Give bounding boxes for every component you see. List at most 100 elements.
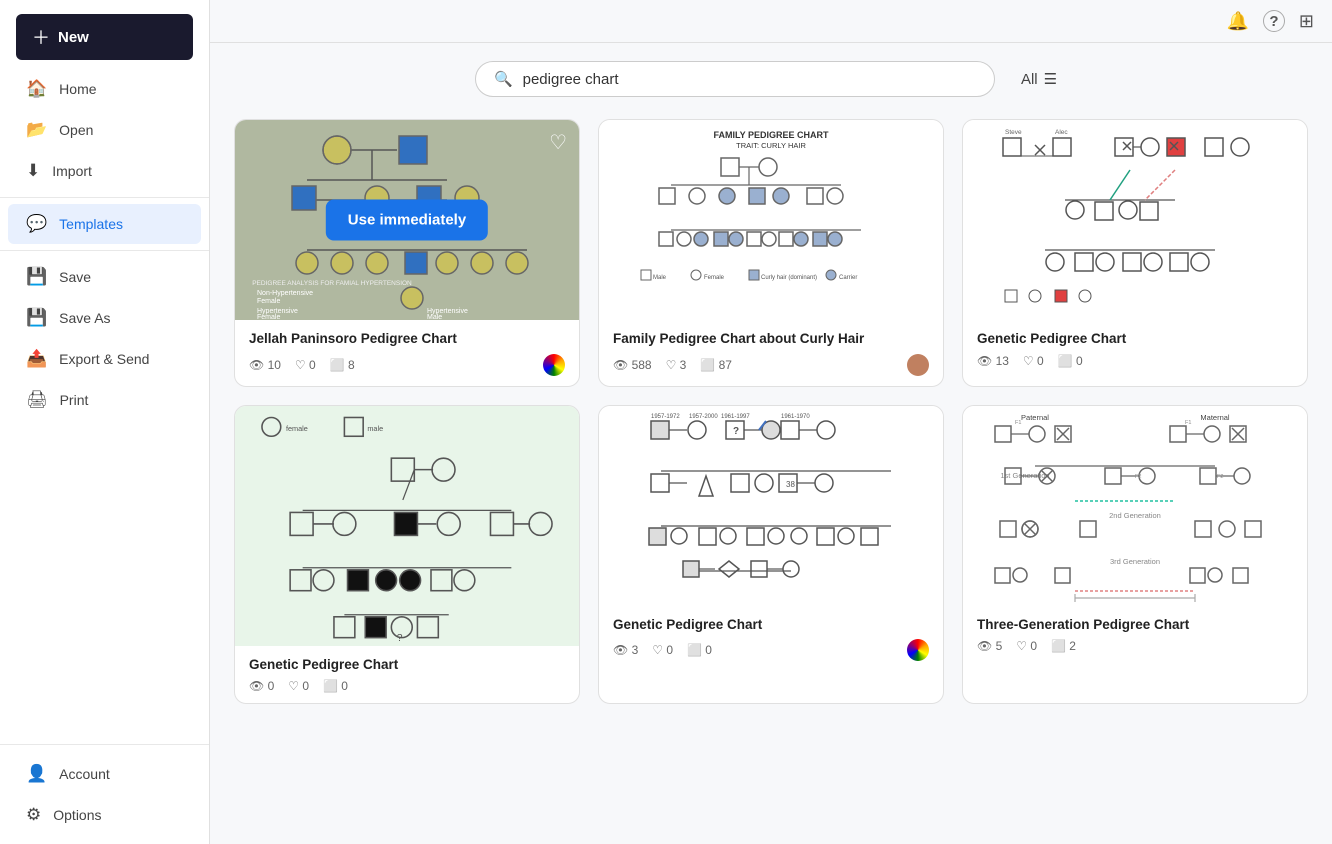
avatar <box>543 354 565 376</box>
save-as-icon: 💾 <box>26 308 47 328</box>
template-card-5[interactable]: 1957-1972 1957-2000 1961-1997 ? <box>598 405 944 705</box>
print-icon: 🖨 <box>26 390 48 410</box>
svg-text:?: ? <box>397 632 403 643</box>
likes-stat: ♡ 0 <box>1016 639 1037 653</box>
sidebar-item-account[interactable]: 👤 Account <box>8 754 201 794</box>
views-stat: 👁 0 <box>249 679 274 693</box>
grid-area: Non-Hypertensive Female Hypertensive Fem… <box>210 109 1332 844</box>
sidebar-item-label: Print <box>60 392 89 408</box>
svg-text:1957-1972: 1957-1972 <box>651 414 680 420</box>
copies-stat: ⬜ 0 <box>323 679 348 693</box>
sidebar-bottom: 👤 Account ⚙ Options <box>0 744 209 844</box>
likes-stat: ♡ 0 <box>288 679 309 693</box>
svg-text:female: female <box>286 424 308 433</box>
sidebar-item-open[interactable]: 📂 Open <box>8 110 201 150</box>
filter-button[interactable]: All ☰ <box>1011 64 1067 94</box>
filter-label: All <box>1021 71 1038 88</box>
search-icon: 🔍 <box>494 70 513 88</box>
notification-icon[interactable]: 🔔 <box>1226 11 1248 32</box>
svg-text:Curly hair (dominant): Curly hair (dominant) <box>761 275 817 281</box>
svg-text:F1: F1 <box>1015 420 1021 426</box>
account-icon: 👤 <box>26 764 47 784</box>
copies-stat: ⬜ 87 <box>700 358 732 372</box>
templates-icon: 💬 <box>26 214 47 234</box>
svg-text:Male: Male <box>427 314 442 320</box>
card-footer-6: Three-Generation Pedigree Chart 👁 5 ♡ 0 … <box>963 606 1307 664</box>
svg-text:Female: Female <box>257 298 280 305</box>
svg-text:Paternal: Paternal <box>1021 413 1049 422</box>
options-icon: ⚙ <box>26 805 41 825</box>
svg-text:male: male <box>367 424 383 433</box>
card-image-3: Steve Alec <box>963 120 1307 320</box>
apps-icon[interactable]: ⊞ <box>1299 11 1314 32</box>
svg-text:F2: F2 <box>1135 474 1141 480</box>
search-input[interactable] <box>523 71 976 88</box>
help-icon[interactable]: ? <box>1263 10 1285 32</box>
svg-text:F2: F2 <box>1217 474 1223 480</box>
likes-stat: ♡ 0 <box>1023 354 1044 368</box>
svg-text:?: ? <box>733 426 739 437</box>
svg-text:F1: F1 <box>1185 420 1191 426</box>
sidebar-item-home[interactable]: 🏠 Home <box>8 69 201 109</box>
avatar <box>907 639 929 661</box>
svg-text:Steve: Steve <box>1005 129 1022 136</box>
likes-stat: ♡ 0 <box>652 643 673 657</box>
heart-icon[interactable]: ♡ <box>549 130 567 155</box>
sidebar-item-import[interactable]: ⬇ Import <box>8 151 201 191</box>
svg-text:3rd Generation: 3rd Generation <box>1110 557 1160 566</box>
sidebar-item-export[interactable]: 📤 Export & Send <box>8 339 201 379</box>
sidebar-item-save-as[interactable]: 💾 Save As <box>8 298 201 338</box>
svg-text:TRAIT: CURLY HAIR: TRAIT: CURLY HAIR <box>736 141 806 150</box>
sidebar-item-options[interactable]: ⚙ Options <box>8 795 201 835</box>
card-stats-6: 👁 5 ♡ 0 ⬜ 2 <box>977 639 1293 653</box>
template-card-3[interactable]: Steve Alec <box>962 119 1308 387</box>
search-bar: 🔍 <box>475 61 995 97</box>
export-icon: 📤 <box>26 349 47 369</box>
template-card-4[interactable]: female male <box>234 405 580 705</box>
templates-grid: Non-Hypertensive Female Hypertensive Fem… <box>234 119 1308 704</box>
copies-stat: ⬜ 8 <box>330 358 355 372</box>
svg-text:1957-2000: 1957-2000 <box>689 414 718 420</box>
use-immediately-button[interactable]: Use immediately <box>326 200 488 241</box>
sidebar-item-label: Save <box>59 269 91 285</box>
main-content: 🔔 ? ⊞ 🔍 All ☰ <box>210 0 1332 844</box>
views-stat: 👁 3 <box>613 643 638 657</box>
home-icon: 🏠 <box>26 79 47 99</box>
topbar: 🔔 ? ⊞ <box>210 0 1332 43</box>
likes-stat: ♡ 0 <box>295 358 316 372</box>
svg-text:1961-1997: 1961-1997 <box>721 414 750 420</box>
views-stat: 👁 588 <box>613 358 652 372</box>
template-card-1[interactable]: Non-Hypertensive Female Hypertensive Fem… <box>234 119 580 387</box>
svg-text:Carrier: Carrier <box>839 275 857 281</box>
svg-text:Alec: Alec <box>1055 129 1068 136</box>
copies-stat: ⬜ 2 <box>1051 639 1076 653</box>
sidebar-item-label: Save As <box>59 310 110 326</box>
views-stat: 👁 13 <box>977 354 1009 368</box>
sidebar-item-label: Templates <box>59 216 123 232</box>
avatar <box>907 354 929 376</box>
card-footer-1: Jellah Paninsoro Pedigree Chart 👁 10 ♡ 0… <box>235 320 579 386</box>
svg-text:1961-1970: 1961-1970 <box>781 414 810 420</box>
card-footer-5: Genetic Pedigree Chart 👁 3 ♡ 0 ⬜ 0 <box>599 606 943 672</box>
search-area: 🔍 All ☰ <box>210 43 1332 109</box>
card-footer-4: Genetic Pedigree Chart 👁 0 ♡ 0 ⬜ 0 <box>235 646 579 704</box>
save-icon: 💾 <box>26 267 47 287</box>
import-icon: ⬇ <box>26 161 40 181</box>
new-button[interactable]: ＋ New <box>16 14 193 60</box>
sidebar-nav: 🏠 Home 📂 Open ⬇ Import 💬 Templates 💾 Sav… <box>0 68 209 421</box>
views-stat: 👁 5 <box>977 639 1002 653</box>
new-button-label: New <box>58 29 89 46</box>
template-card-2[interactable]: FAMILY PEDIGREE CHART TRAIT: CURLY HAIR <box>598 119 944 387</box>
card-stats-3: 👁 13 ♡ 0 ⬜ 0 <box>977 354 1293 368</box>
sidebar-item-templates[interactable]: 💬 Templates <box>8 204 201 244</box>
likes-stat: ♡ 3 <box>666 358 687 372</box>
sidebar-item-save[interactable]: 💾 Save <box>8 257 201 297</box>
template-card-6[interactable]: Paternal Maternal <box>962 405 1308 705</box>
svg-text:Female: Female <box>257 314 280 320</box>
sidebar-item-label: Account <box>59 766 110 782</box>
sidebar-item-print[interactable]: 🖨 Print <box>8 380 201 420</box>
svg-text:2nd Generation: 2nd Generation <box>1109 511 1161 520</box>
card-image-1: Non-Hypertensive Female Hypertensive Fem… <box>235 120 579 320</box>
filter-menu-icon: ☰ <box>1044 70 1057 88</box>
card-footer-3: Genetic Pedigree Chart 👁 13 ♡ 0 ⬜ 0 <box>963 320 1307 378</box>
